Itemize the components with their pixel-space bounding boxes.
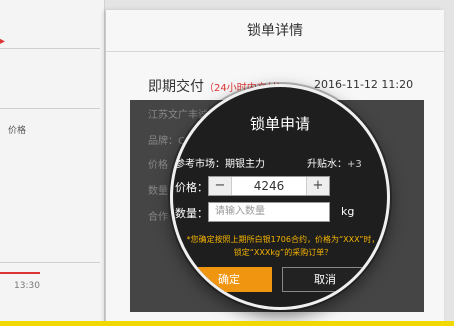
order-list-panel: ▸ 价格 13:30	[0, 0, 105, 326]
confirm-button[interactable]: 确定	[186, 267, 272, 292]
premium-value: +3	[347, 159, 362, 170]
delivery-type: 即期交付	[148, 79, 204, 95]
premium-label: 升贴水：	[307, 159, 347, 170]
price-label: 价格：	[175, 181, 208, 194]
quantity-label: 数量：	[175, 207, 208, 220]
bottom-accent-bar	[0, 321, 454, 326]
confirm-note: *您确定按照上期所白银1706合约，价格为“XXX”时， 锁定“XXXkg”的采…	[173, 233, 387, 259]
premium-discount: 升贴水：+3	[307, 155, 362, 170]
cancel-button[interactable]: 取消	[282, 267, 368, 292]
magnifier-lens: 锁单申请 参考市场：期银主力 升贴水：+3 价格： − 4246 + 数量： 请…	[170, 84, 390, 310]
list-time: 13:30	[14, 281, 40, 291]
list-price-label: 价格	[8, 126, 27, 136]
order-datetime: 2016-11-12 11:20	[314, 78, 414, 91]
quantity-input[interactable]: 请输入数量	[208, 202, 330, 222]
list-divider	[0, 48, 100, 49]
reference-market: 参考市场：期银主力	[175, 159, 265, 170]
list-red-marker: ▸	[0, 36, 6, 47]
app-screen: ▸ 价格 13:30 锁单详情 即期交付（24小时内交付） 2016-11-12…	[0, 0, 454, 326]
price-decrement-button[interactable]: −	[209, 177, 231, 195]
price-increment-button[interactable]: +	[307, 177, 329, 195]
coop-line: 合作	[148, 212, 168, 223]
list-divider	[0, 108, 100, 109]
list-red-line	[0, 272, 40, 274]
page-title: 锁单详情	[106, 10, 444, 52]
confirm-note-line2: 锁定“XXXkg”的采购订单？	[233, 248, 333, 257]
confirm-note-line1: *您确定按照上期所白银1706合约，价格为“XXX”时，	[186, 235, 380, 244]
quantity-unit: kg	[341, 205, 355, 218]
price-value[interactable]: 4246	[231, 177, 307, 195]
price-line: 价格	[148, 160, 168, 171]
quantity-line: 数量	[148, 186, 168, 197]
price-stepper[interactable]: − 4246 +	[208, 176, 330, 196]
list-divider	[0, 262, 100, 263]
magnified-title: 锁单申请	[249, 115, 310, 133]
